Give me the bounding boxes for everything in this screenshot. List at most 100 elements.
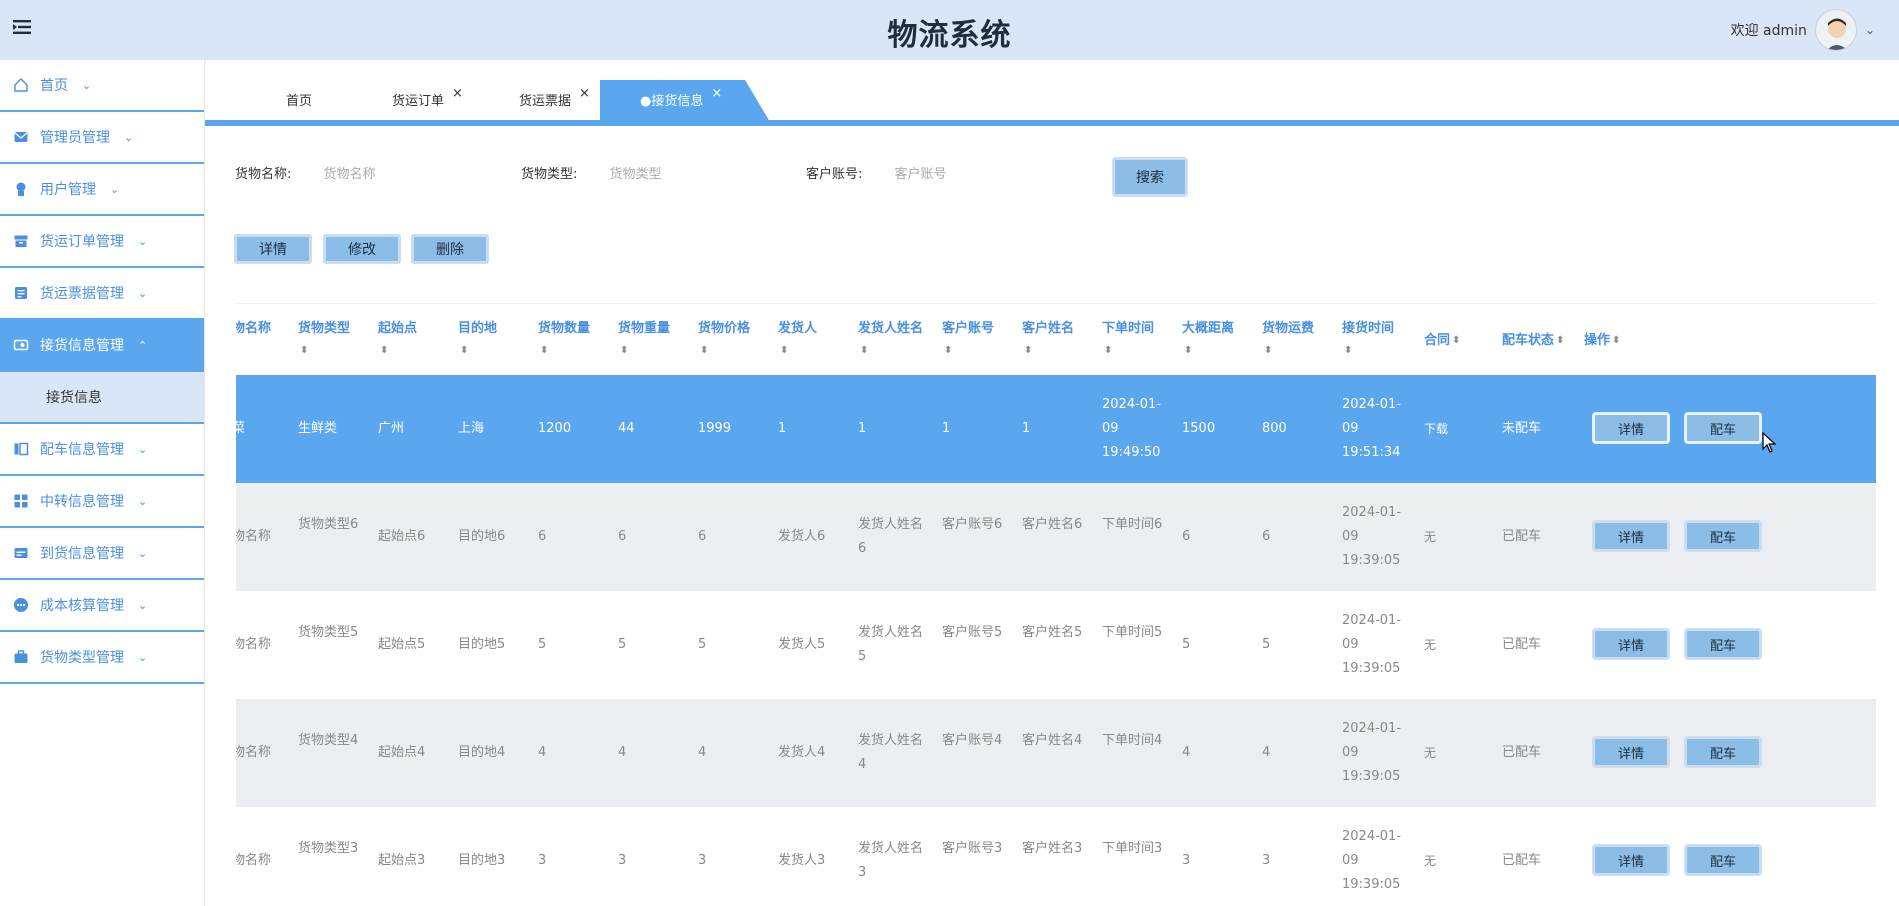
contract-cell: 无: [1424, 746, 1437, 760]
table-cell: 目的地3: [458, 853, 506, 868]
table-cell: 4: [538, 745, 547, 760]
customer-account-input[interactable]: 客户账号: [895, 167, 947, 182]
sidebar-item-users[interactable]: 用户管理 ⌄: [0, 164, 204, 216]
tab-freight-tickets[interactable]: 货运票据 ×: [519, 86, 590, 110]
sort-icon[interactable]: ⬍: [460, 345, 468, 356]
column-header[interactable]: 接货时间 ⬍: [1342, 318, 1414, 362]
column-header[interactable]: 起始点 ⬍: [378, 318, 450, 362]
sort-icon[interactable]: ⬍: [620, 345, 628, 356]
table-cell: 客户账号4: [942, 733, 1003, 748]
tab-freight-orders[interactable]: 货运订单 ×: [392, 86, 463, 110]
contract-cell: 无: [1424, 530, 1437, 544]
sidebar-item-freight-tickets[interactable]: 货运票据管理 ⌄: [0, 268, 204, 320]
sort-icon[interactable]: ⬍: [1024, 345, 1032, 356]
table-cell: 广州: [378, 421, 405, 436]
column-header[interactable]: 发货人 ⬍: [778, 318, 850, 362]
column-header[interactable]: 物名称: [236, 318, 304, 340]
table-row[interactable]: 物名称 货物类型4 起始点4 目的地4 4 4 4 发货人4 发货人姓名4 客户账号4 客户姓名4 下…: [236, 699, 1876, 807]
tab-underline: [205, 120, 1899, 126]
row-assign-vehicle-button[interactable]: 配车: [1684, 736, 1762, 768]
column-header-label: 客户姓名: [1022, 321, 1075, 336]
cargo-name-input[interactable]: 货物名称: [324, 167, 376, 182]
chevron-down-icon[interactable]: ⌄: [1865, 23, 1875, 37]
sidebar-item-home[interactable]: 首页 ⌄: [0, 60, 204, 112]
close-icon[interactable]: ×: [711, 86, 722, 101]
chevron-down-icon: ⌄: [138, 650, 148, 664]
column-header[interactable]: 操作 ⬍: [1584, 330, 1656, 352]
row-detail-button[interactable]: 详情: [1592, 412, 1670, 444]
sort-icon[interactable]: ⬍: [540, 345, 548, 356]
tab-home[interactable]: 首页: [286, 88, 312, 110]
sort-icon[interactable]: ⬍: [944, 345, 952, 356]
sidebar-item-admin[interactable]: 管理员管理 ⌄: [0, 112, 204, 164]
row-assign-vehicle-button[interactable]: 配车: [1684, 520, 1762, 552]
sidebar-item-label: 成本核算管理: [40, 598, 124, 614]
column-header[interactable]: 客户账号 ⬍: [942, 318, 1014, 362]
sidebar-item-freight-orders[interactable]: 货运订单管理 ⌄: [0, 216, 204, 268]
column-header[interactable]: 货物重量 ⬍: [618, 318, 690, 362]
column-header[interactable]: 货物价格 ⬍: [698, 318, 770, 362]
close-icon[interactable]: ×: [452, 86, 463, 101]
sidebar-item-arrival[interactable]: 到货信息管理 ⌄: [0, 528, 204, 580]
sidebar-item-cost[interactable]: 成本核算管理 ⌄: [0, 580, 204, 632]
row-assign-vehicle-button[interactable]: 配车: [1684, 844, 1762, 876]
table-cell: 1: [858, 421, 867, 436]
row-detail-button[interactable]: 详情: [1592, 844, 1670, 876]
tab-receiving-info-label[interactable]: ●接货信息 ×: [640, 86, 722, 109]
delete-button[interactable]: 删除: [411, 234, 489, 264]
user-menu[interactable]: 欢迎 admin ⌄: [1731, 6, 1875, 54]
sidebar-item-transfer[interactable]: 中转信息管理 ⌄: [0, 476, 204, 528]
table-cell: 发货人6: [778, 529, 826, 544]
column-header[interactable]: 客户姓名 ⬍: [1022, 318, 1094, 362]
contract-cell[interactable]: 下载: [1424, 417, 1492, 441]
table-cell: 发货人姓名4: [858, 733, 924, 772]
close-icon[interactable]: ×: [579, 86, 590, 101]
column-header-label: 发货人: [778, 321, 818, 336]
edit-button[interactable]: 修改: [323, 234, 401, 264]
sidebar-item-cargo-types[interactable]: 货物类型管理 ⌄: [0, 632, 204, 684]
row-assign-vehicle-button[interactable]: 配车: [1684, 628, 1762, 660]
sort-icon[interactable]: ⬍: [380, 345, 388, 356]
column-header[interactable]: 配车状态 ⬍: [1502, 330, 1574, 352]
column-header[interactable]: 目的地 ⬍: [458, 318, 530, 362]
sort-icon[interactable]: ⬍: [1452, 335, 1460, 346]
cargo-type-input[interactable]: 货物类型: [610, 167, 662, 182]
row-detail-button[interactable]: 详情: [1592, 628, 1670, 660]
avatar[interactable]: [1814, 9, 1857, 51]
column-header[interactable]: 大概距离 ⬍: [1182, 318, 1254, 362]
sort-icon[interactable]: ⬍: [1556, 335, 1564, 346]
sort-icon[interactable]: ⬍: [1264, 345, 1272, 356]
column-header[interactable]: 发货人姓名 ⬍: [858, 318, 930, 362]
sort-icon[interactable]: ⬍: [860, 345, 868, 356]
search-button[interactable]: 搜索: [1112, 157, 1188, 197]
row-detail-button[interactable]: 详情: [1592, 736, 1670, 768]
sort-icon[interactable]: ⬍: [780, 345, 788, 356]
column-header[interactable]: 货物类型 ⬍: [298, 318, 370, 362]
sort-icon[interactable]: ⬍: [300, 345, 308, 356]
column-header[interactable]: 下单时间 ⬍: [1102, 318, 1174, 362]
table-row[interactable]: 物名称 货物类型3 起始点3 目的地3 3 3 3 发货人3 发货人姓名3 客户账号3 客户姓名3 下…: [236, 807, 1876, 906]
table-cell: 5: [1182, 637, 1191, 652]
table-row[interactable]: 物名称 货物类型6 起始点6 目的地6 6 6 6 发货人6 发货人姓名6 客户账号6 客户姓名6 下…: [236, 483, 1876, 591]
column-header[interactable]: 货物运费 ⬍: [1262, 318, 1334, 362]
sidebar-item-vehicle-assign[interactable]: 配车信息管理 ⌄: [0, 424, 204, 476]
sort-icon[interactable]: ⬍: [1344, 345, 1352, 356]
row-detail-button[interactable]: 详情: [1592, 520, 1670, 552]
table-row[interactable]: 菜 生鲜类 广州 上海 1200 44 1999 1 1 1 1 2024-01-09 19:49:5…: [236, 375, 1876, 483]
sort-icon[interactable]: ⬍: [700, 345, 708, 356]
row-assign-vehicle-button[interactable]: 配车: [1684, 412, 1762, 444]
column-header[interactable]: 合同 ⬍: [1424, 330, 1496, 352]
table-row[interactable]: 物名称 货物类型5 起始点5 目的地5 5 5 5 发货人5 发货人姓名5 客户账号5 客户姓名5 下…: [236, 591, 1876, 699]
sort-icon[interactable]: ⬍: [1184, 345, 1192, 356]
sort-icon[interactable]: ⬍: [1104, 345, 1112, 356]
home-icon: [12, 76, 30, 94]
sort-icon[interactable]: ⬍: [1612, 335, 1620, 346]
sidebar-subitem-receiving-info[interactable]: 接货信息: [0, 372, 204, 424]
sidebar-item-receiving[interactable]: 接货信息管理 ⌃: [0, 320, 204, 372]
chevron-up-icon: ⌃: [138, 338, 148, 352]
column-header[interactable]: 货物数量 ⬍: [538, 318, 610, 362]
table-cell: 已配车: [1502, 745, 1542, 760]
detail-button[interactable]: 详情: [234, 234, 312, 264]
search-label: 客户账号:: [806, 167, 863, 182]
chevron-down-icon: ⌄: [138, 546, 148, 560]
